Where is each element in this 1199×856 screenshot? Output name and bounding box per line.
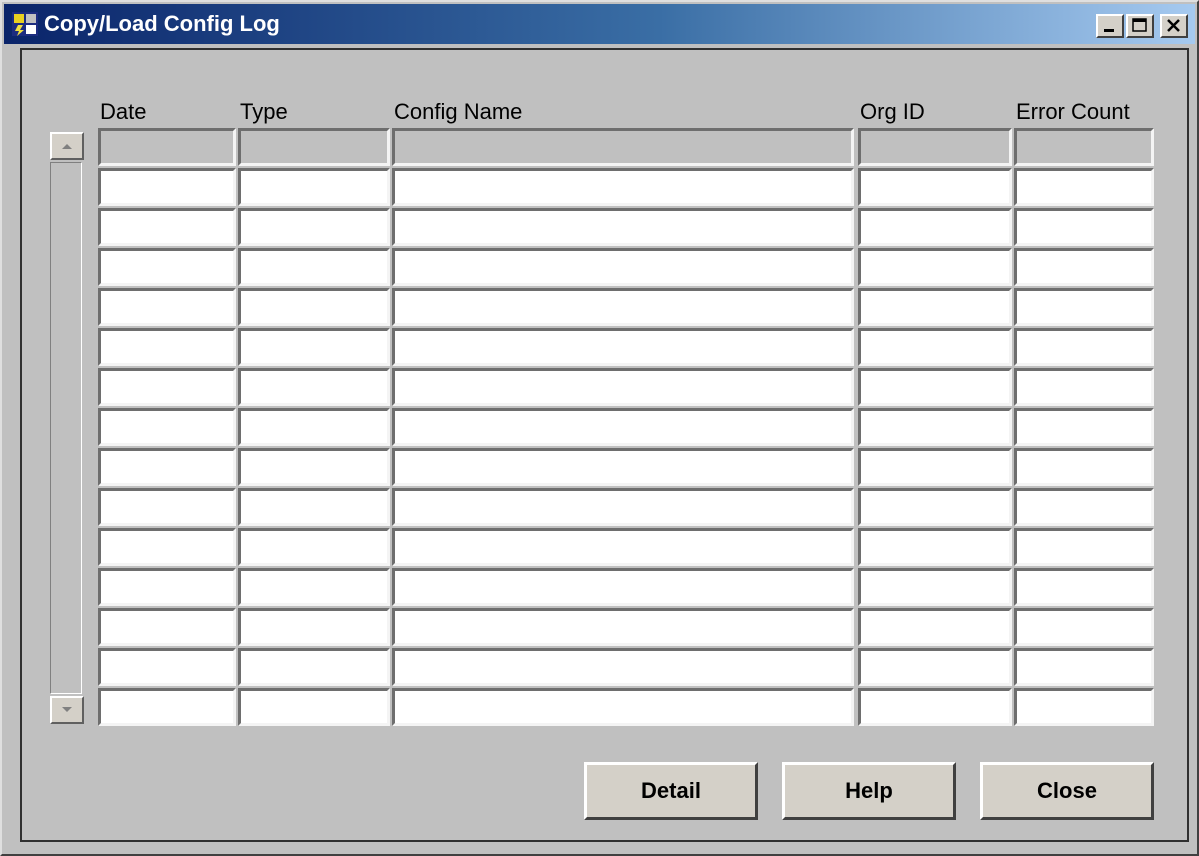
cell-config-name[interactable] bbox=[392, 528, 854, 566]
cell-type[interactable] bbox=[238, 528, 390, 566]
cell-type[interactable] bbox=[238, 248, 390, 286]
cell-type[interactable] bbox=[238, 688, 390, 726]
cell-error-count bbox=[1014, 128, 1154, 166]
scroll-down-button[interactable] bbox=[50, 696, 84, 724]
cell-error-count[interactable] bbox=[1014, 368, 1154, 406]
cell-error-count[interactable] bbox=[1014, 648, 1154, 686]
cell-error-count[interactable] bbox=[1014, 248, 1154, 286]
cell-date[interactable] bbox=[98, 528, 236, 566]
cell-error-count[interactable] bbox=[1014, 208, 1154, 246]
cell-type[interactable] bbox=[238, 328, 390, 366]
detail-button[interactable]: Detail bbox=[584, 762, 758, 820]
cell-date[interactable] bbox=[98, 328, 236, 366]
cell-date[interactable] bbox=[98, 168, 236, 206]
cell-type[interactable] bbox=[238, 168, 390, 206]
cell-date[interactable] bbox=[98, 488, 236, 526]
cell-date[interactable] bbox=[98, 688, 236, 726]
close-icon bbox=[1167, 19, 1180, 32]
cell-date[interactable] bbox=[98, 368, 236, 406]
cell-config-name bbox=[392, 128, 854, 166]
cell-config-name[interactable] bbox=[392, 648, 854, 686]
cell-error-count[interactable] bbox=[1014, 568, 1154, 606]
cell-error-count[interactable] bbox=[1014, 528, 1154, 566]
cell-org-id[interactable] bbox=[858, 488, 1012, 526]
minimize-icon bbox=[1104, 29, 1114, 32]
cell-type[interactable] bbox=[238, 608, 390, 646]
cell-date[interactable] bbox=[98, 208, 236, 246]
column-header-date: Date bbox=[100, 99, 147, 124]
cell-config-name[interactable] bbox=[392, 688, 854, 726]
cell-org-id[interactable] bbox=[858, 448, 1012, 486]
cell-org-id[interactable] bbox=[858, 328, 1012, 366]
cell-date[interactable] bbox=[98, 648, 236, 686]
cell-type[interactable] bbox=[238, 408, 390, 446]
cell-type bbox=[238, 128, 390, 166]
cell-type[interactable] bbox=[238, 208, 390, 246]
cell-config-name[interactable] bbox=[392, 248, 854, 286]
cell-org-id[interactable] bbox=[858, 168, 1012, 206]
column-header-config-name: Config Name bbox=[394, 99, 523, 124]
cell-config-name[interactable] bbox=[392, 448, 854, 486]
cell-type[interactable] bbox=[238, 368, 390, 406]
arrow-down-icon bbox=[62, 707, 72, 712]
cell-date[interactable] bbox=[98, 448, 236, 486]
cell-error-count[interactable] bbox=[1014, 488, 1154, 526]
title-bar[interactable]: Copy/Load Config Log bbox=[4, 4, 1195, 44]
cell-date bbox=[98, 128, 236, 166]
cell-config-name[interactable] bbox=[392, 608, 854, 646]
cell-date[interactable] bbox=[98, 568, 236, 606]
cell-date[interactable] bbox=[98, 608, 236, 646]
minimize-button[interactable] bbox=[1096, 14, 1124, 38]
cell-type[interactable] bbox=[238, 648, 390, 686]
vertical-scrollbar[interactable] bbox=[48, 128, 86, 730]
cell-type[interactable] bbox=[238, 488, 390, 526]
cell-config-name[interactable] bbox=[392, 408, 854, 446]
cell-config-name[interactable] bbox=[392, 288, 854, 326]
config-app-icon[interactable] bbox=[12, 12, 38, 36]
cell-date[interactable] bbox=[98, 288, 236, 326]
cell-org-id[interactable] bbox=[858, 208, 1012, 246]
cell-date[interactable] bbox=[98, 248, 236, 286]
cell-type[interactable] bbox=[238, 448, 390, 486]
cell-error-count[interactable] bbox=[1014, 448, 1154, 486]
close-button[interactable]: Close bbox=[980, 762, 1154, 820]
cell-date[interactable] bbox=[98, 408, 236, 446]
arrow-up-icon bbox=[62, 144, 72, 149]
cell-org-id[interactable] bbox=[858, 288, 1012, 326]
cell-config-name[interactable] bbox=[392, 568, 854, 606]
close-window-button[interactable] bbox=[1160, 14, 1188, 38]
cell-type[interactable] bbox=[238, 288, 390, 326]
scroll-up-button[interactable] bbox=[50, 132, 84, 160]
cell-error-count[interactable] bbox=[1014, 328, 1154, 366]
config-log-window: Copy/Load Config Log Date Type Config Na… bbox=[0, 0, 1199, 856]
cell-error-count[interactable] bbox=[1014, 408, 1154, 446]
cell-org-id bbox=[858, 128, 1012, 166]
window-title: Copy/Load Config Log bbox=[44, 11, 280, 36]
cell-error-count[interactable] bbox=[1014, 168, 1154, 206]
help-button[interactable]: Help bbox=[782, 762, 956, 820]
cell-config-name[interactable] bbox=[392, 368, 854, 406]
cell-org-id[interactable] bbox=[858, 608, 1012, 646]
column-header-type: Type bbox=[240, 99, 288, 124]
cell-org-id[interactable] bbox=[858, 648, 1012, 686]
cell-error-count[interactable] bbox=[1014, 288, 1154, 326]
scroll-track[interactable] bbox=[50, 162, 82, 694]
cell-org-id[interactable] bbox=[858, 248, 1012, 286]
cell-org-id[interactable] bbox=[858, 568, 1012, 606]
cell-error-count[interactable] bbox=[1014, 688, 1154, 726]
cell-config-name[interactable] bbox=[392, 488, 854, 526]
cell-org-id[interactable] bbox=[858, 688, 1012, 726]
cell-org-id[interactable] bbox=[858, 528, 1012, 566]
cell-org-id[interactable] bbox=[858, 368, 1012, 406]
cell-error-count[interactable] bbox=[1014, 608, 1154, 646]
column-header-error-count: Error Count bbox=[1016, 99, 1130, 124]
column-header-org-id: Org ID bbox=[860, 99, 925, 124]
cell-config-name[interactable] bbox=[392, 168, 854, 206]
maximize-button[interactable] bbox=[1126, 14, 1154, 38]
cell-config-name[interactable] bbox=[392, 208, 854, 246]
maximize-icon bbox=[1132, 18, 1147, 32]
cell-type[interactable] bbox=[238, 568, 390, 606]
cell-org-id[interactable] bbox=[858, 408, 1012, 446]
cell-config-name[interactable] bbox=[392, 328, 854, 366]
